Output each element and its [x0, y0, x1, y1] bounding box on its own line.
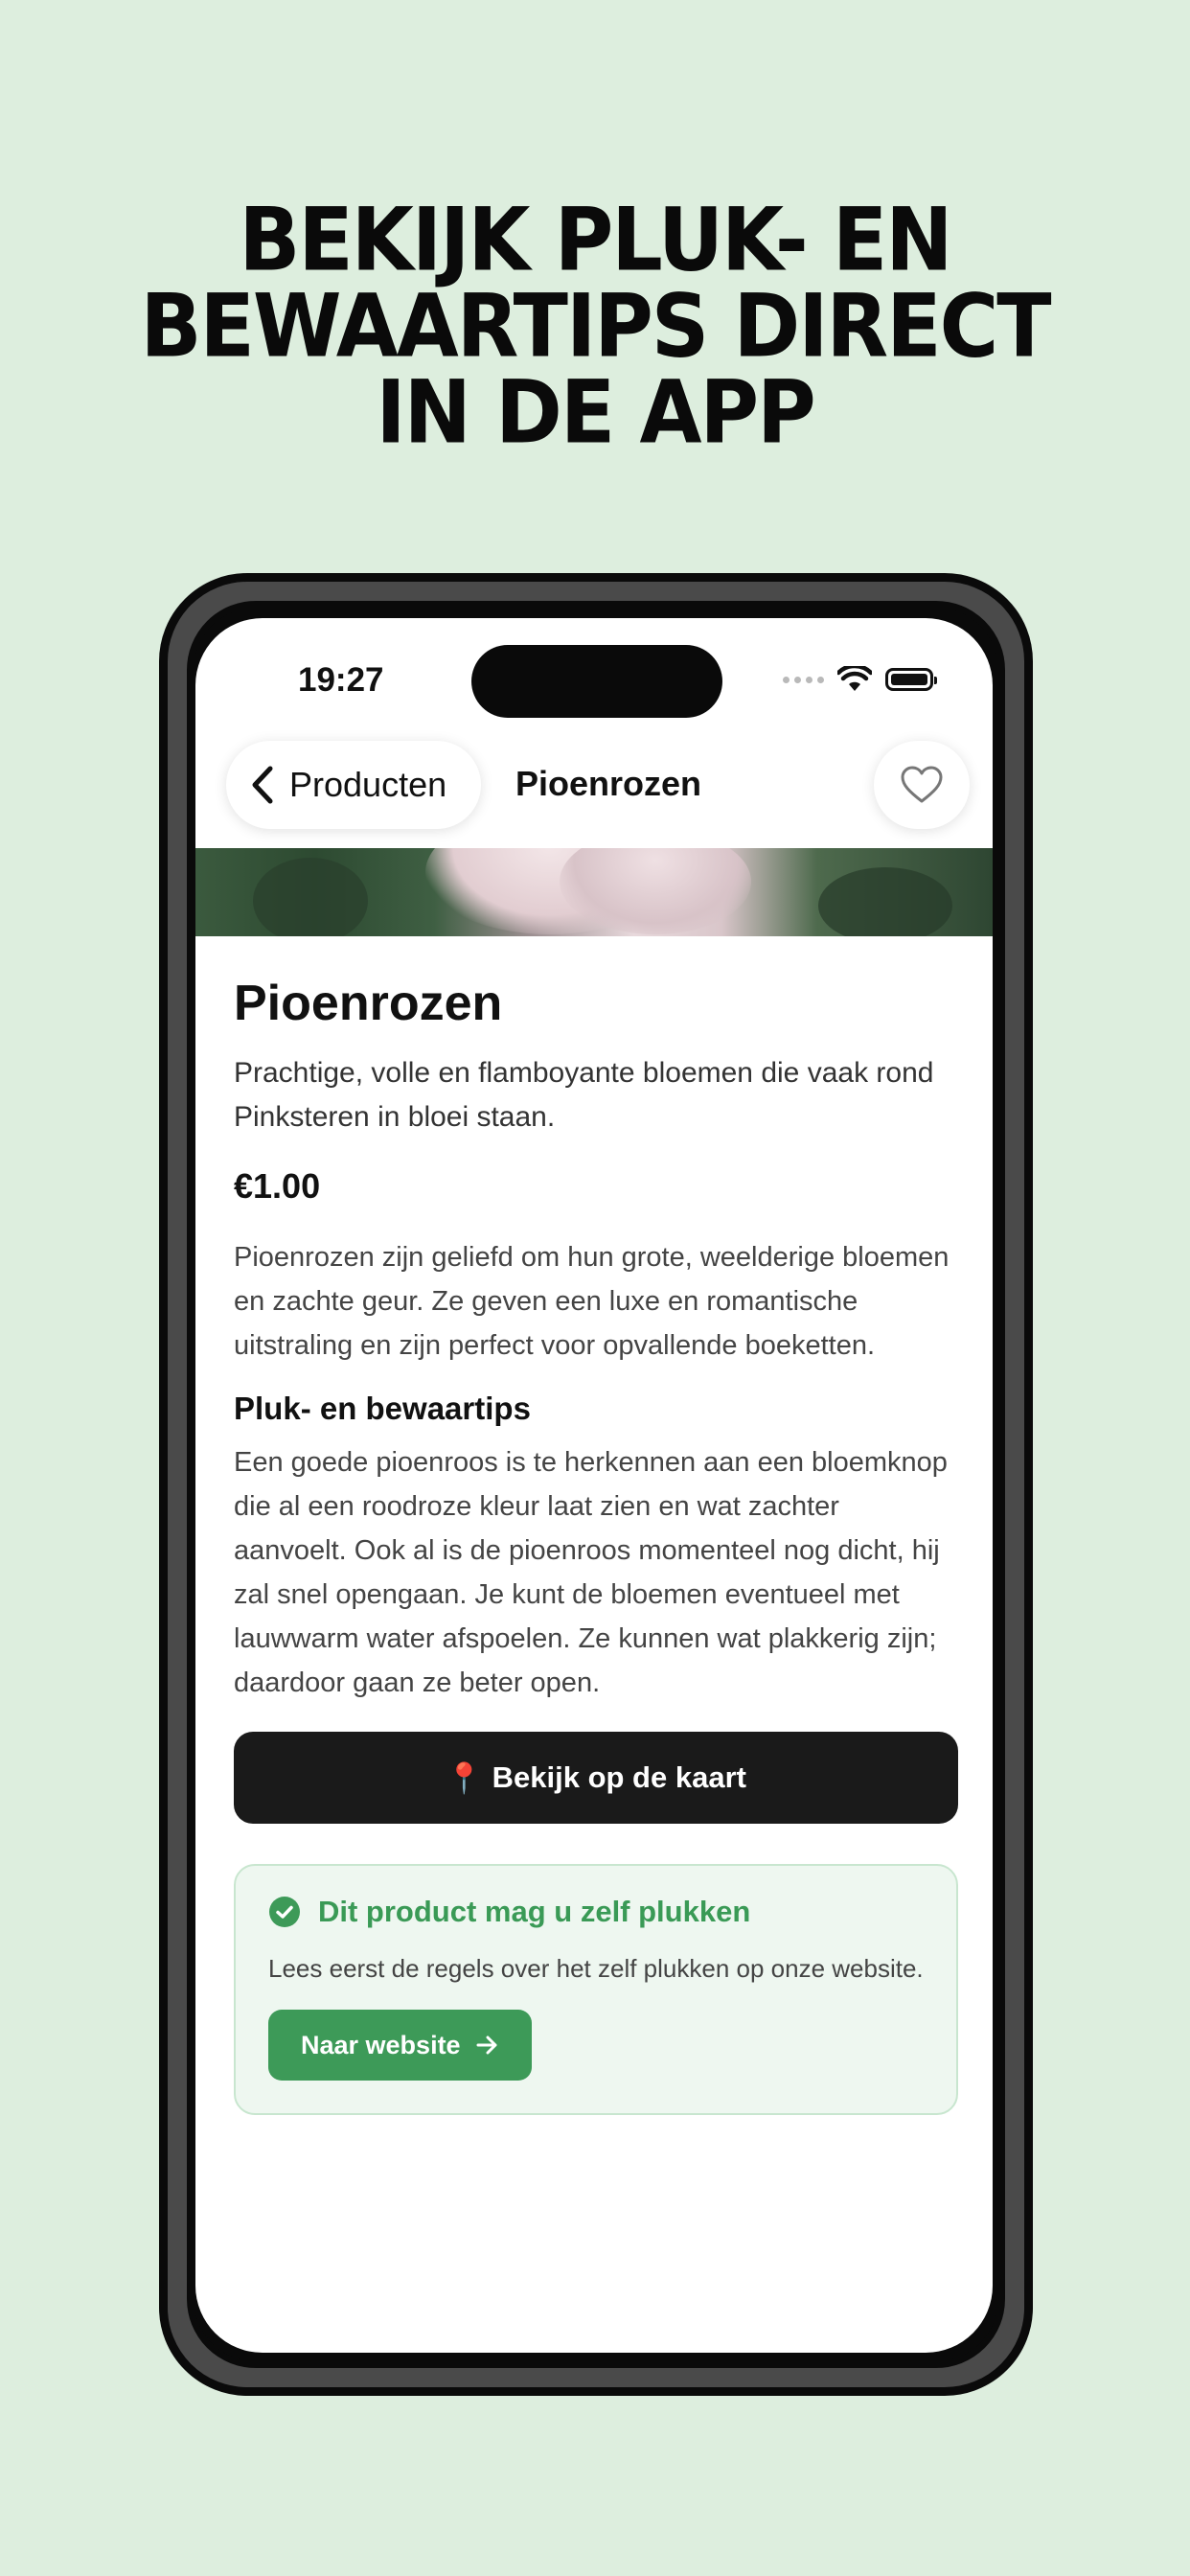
headline-line-2: BEWAARTIPS DIRECT — [140, 275, 1051, 377]
arrow-right-icon — [476, 2036, 497, 2055]
tips-text: Een goede pioenroos is te herkennen aan … — [234, 1447, 948, 1698]
tips-title: Pluk- en bewaartips — [234, 1391, 531, 1426]
check-circle-icon — [269, 1897, 300, 1927]
product-description: Pioenrozen zijn geliefd om hun grote, we… — [234, 1242, 950, 1361]
product-title: Pioenrozen — [234, 976, 503, 1031]
map-button-label: Bekijk op de kaart — [492, 1760, 746, 1794]
signal-icon — [783, 676, 824, 683]
headline-line-3: IN DE APP — [376, 361, 815, 463]
self-pick-text: Lees eerst de regels over het zelf plukk… — [268, 1954, 924, 1983]
pin-icon: 📍 — [446, 1760, 483, 1795]
product-subtitle: Prachtige, volle en flamboyante bloemen … — [234, 1057, 934, 1133]
heart-icon — [901, 766, 943, 803]
phone-screen: 19:27 Producten Pioenrozen Pioenrozen Pr… — [195, 618, 993, 2353]
status-time: 19:27 — [298, 661, 384, 699]
nav-title: Pioenrozen — [515, 764, 702, 803]
favorite-button[interactable] — [874, 741, 970, 829]
nav-bar: Producten Pioenrozen — [195, 733, 993, 829]
back-button-label: Producten — [289, 765, 447, 804]
website-button-label: Naar website — [301, 2030, 461, 2059]
product-image — [195, 848, 993, 936]
status-icons — [783, 666, 937, 693]
self-pick-title: Dit product mag u zelf plukken — [318, 1895, 751, 1928]
headline-line-1: BEKIJK PLUK- EN — [239, 189, 952, 290]
product-price: €1.00 — [234, 1166, 321, 1206]
self-pick-notice: Dit product mag u zelf plukken Lees eers… — [234, 1864, 958, 2115]
promo-headline: BEKIJK PLUK- EN BEWAARTIPS DIRECT IN DE … — [0, 189, 1190, 463]
battery-icon — [885, 668, 937, 691]
back-button[interactable]: Producten — [226, 741, 482, 829]
dynamic-island — [471, 645, 722, 718]
website-button[interactable]: Naar website — [268, 2010, 532, 2081]
product-details: Pioenrozen Prachtige, volle en flamboyan… — [234, 973, 958, 2115]
wifi-icon — [837, 666, 872, 691]
chevron-left-icon — [252, 766, 273, 804]
map-button[interactable]: 📍 Bekijk op de kaart — [234, 1732, 958, 1824]
